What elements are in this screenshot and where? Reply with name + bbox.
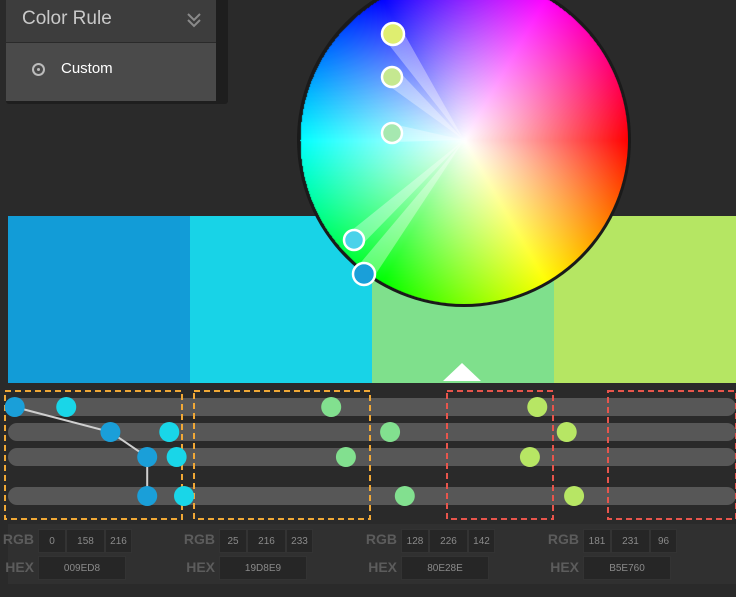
hex-field[interactable]: B5E760 (583, 556, 671, 580)
slider-handle-3-2[interactable] (380, 422, 401, 442)
hex-label: HEX (5, 559, 34, 575)
double-chevron-down-icon[interactable] (184, 10, 204, 30)
slider-handle-1-4[interactable] (137, 486, 158, 506)
wheel-handle-2[interactable] (380, 65, 404, 89)
slider-handle-4-1[interactable] (527, 397, 548, 417)
slider-handle-1-1[interactable] (4, 397, 25, 417)
color-rule-title: Color Rule (22, 8, 112, 29)
slider-track-3 (8, 448, 736, 466)
color-rule-header[interactable]: Color Rule (6, 0, 216, 43)
wheel-handle-5[interactable] (351, 261, 377, 287)
wheel-handle-1[interactable] (380, 21, 406, 47)
slider-track-4 (8, 487, 736, 505)
slider-handle-4-3[interactable] (519, 447, 540, 467)
swatch-1[interactable] (8, 216, 190, 383)
hex-field[interactable]: 80E28E (401, 556, 489, 580)
rule-option-label: Custom (61, 60, 113, 77)
slider-handle-2-1[interactable] (56, 397, 77, 417)
color-values-4: RGB HEX 181 231 96 B5E760 (545, 526, 709, 582)
color-wheel-handles (342, 21, 464, 287)
blue-field[interactable]: 96 (650, 529, 677, 553)
blue-field[interactable]: 216 (105, 529, 132, 553)
green-field[interactable]: 226 (429, 529, 468, 553)
rgb-label: RGB (547, 531, 579, 547)
wheel-handle-3[interactable] (380, 121, 404, 145)
slider-handle-2-2[interactable] (159, 422, 180, 442)
slider-handle-2-3[interactable] (166, 447, 187, 467)
slider-handle-3-3[interactable] (335, 447, 356, 467)
rgb-label: RGB (365, 531, 397, 547)
slider-handle-4-4[interactable] (564, 486, 585, 506)
green-field[interactable]: 158 (66, 529, 105, 553)
slider-track-1 (8, 398, 736, 416)
hex-label: HEX (550, 559, 579, 575)
wheel-handle-4[interactable] (342, 228, 366, 252)
color-values-2: RGB HEX 25 216 233 19D8E9 (181, 526, 345, 582)
rgb-label: RGB (2, 531, 34, 547)
color-values-3: RGB HEX 128 226 142 80E28E (363, 526, 527, 582)
wheel-handle-5-ray (356, 140, 464, 280)
red-field[interactable]: 181 (583, 529, 611, 553)
hex-field[interactable]: 19D8E9 (219, 556, 307, 580)
color-values-1: RGB HEX 0 158 216 009ED8 (0, 526, 164, 582)
blue-field[interactable]: 233 (286, 529, 313, 553)
slider-area (4, 390, 736, 520)
hex-field[interactable]: 009ED8 (38, 556, 126, 580)
red-field[interactable]: 128 (401, 529, 429, 553)
slider-handle-2-4[interactable] (174, 486, 194, 506)
green-field[interactable]: 216 (247, 529, 286, 553)
wheel-handle-4-ray (347, 140, 464, 247)
slider-handle-3-1[interactable] (321, 397, 342, 417)
color-rule-option-custom[interactable]: Custom (6, 43, 216, 101)
slider-handle-4-2[interactable] (556, 422, 577, 442)
slider-handle-1-3[interactable] (137, 447, 158, 467)
active-swatch-pointer (443, 363, 481, 381)
red-field[interactable]: 0 (38, 529, 66, 553)
slider-handle-3-4[interactable] (394, 486, 415, 506)
rgb-label: RGB (183, 531, 215, 547)
hex-label: HEX (186, 559, 215, 575)
hex-label: HEX (368, 559, 397, 575)
red-field[interactable]: 25 (219, 529, 247, 553)
slider-handle-1-2[interactable] (100, 422, 121, 442)
radio-icon[interactable] (32, 63, 45, 76)
blue-field[interactable]: 142 (468, 529, 495, 553)
green-field[interactable]: 231 (611, 529, 650, 553)
